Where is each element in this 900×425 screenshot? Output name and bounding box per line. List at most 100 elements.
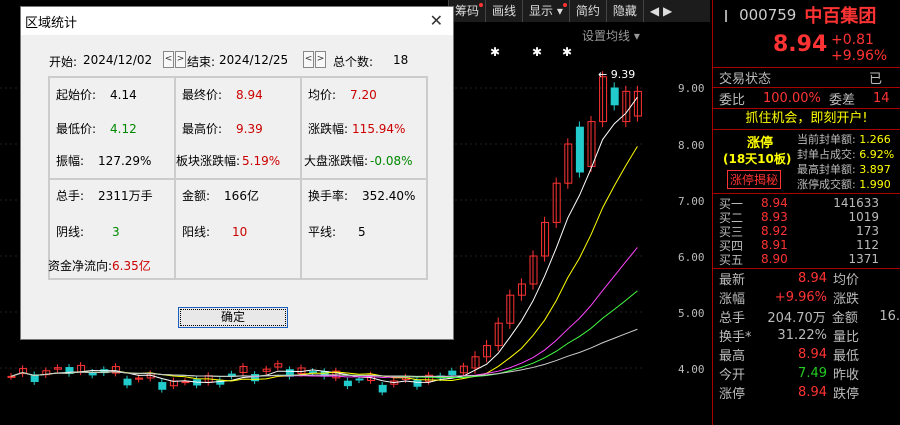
quote-summary: 8.94 +0.81 +9.96%	[713, 30, 900, 68]
limit-up-days: (18天10板)	[723, 152, 792, 166]
amplitude-stat: 振幅: 127.29%	[56, 154, 152, 168]
end-price-stat: 最终价: 8.94	[182, 88, 263, 102]
start-label: 开始:	[49, 55, 78, 69]
weibi-label: 委比	[719, 92, 746, 108]
detail-row: 最高 8.94 最低	[719, 347, 860, 364]
candle-body	[123, 378, 132, 386]
sector-change-stat: 板块涨跌幅: 5.19%	[176, 154, 281, 168]
stock-name: 中百集团	[804, 6, 877, 27]
start-next-button[interactable]: >	[175, 51, 186, 68]
limit-up-info: 当前封单额: 1.266 封单占成交: 6.92% 最高封单额: 3.897 涨停成交…	[797, 132, 894, 192]
date-range-row: 开始: 2024/12/02 < > 结束: 2024/12/25 < > 总个…	[49, 51, 449, 71]
limit-up-title: 涨停	[747, 136, 774, 151]
stats-grid: 起始价: 4.14 最终价: 8.94 均价: 7.20 最低价: 4.12 最高价: 9…	[48, 76, 428, 280]
dialog-title: 区域统计	[25, 16, 78, 31]
avg-price-stat: 均价: 7.20	[308, 88, 377, 102]
limit-info-row: 最高封单额: 3.897	[797, 163, 891, 176]
price-tick: 7.00	[678, 195, 705, 208]
prev-stock-icon[interactable]: ❙	[721, 8, 731, 22]
price-change: +0.81 +9.96%	[831, 32, 887, 64]
toolbar-item[interactable]: 隐藏	[605, 0, 643, 22]
low-price-stat: 最低价: 4.12	[56, 122, 137, 136]
detail-stats: 最新 8.94 均价 涨幅 +9.96% 涨跌总手 204.70万 金额 16. 换手* 31.22…	[713, 269, 900, 402]
market-change-stat: 大盘涨跌幅: -0.08%	[304, 154, 413, 168]
candle-body	[181, 381, 190, 384]
current-price: 8.94	[773, 32, 828, 57]
limit-up-reveal-button[interactable]: 涨停揭秘	[727, 170, 782, 189]
end-prev-button[interactable]: <	[303, 51, 314, 68]
price-tick: 4.00	[678, 363, 705, 376]
start-prev-button[interactable]: <	[163, 51, 174, 68]
amount-stat: 金额: 166亿	[182, 189, 259, 203]
promo-banner[interactable]: 抓住机会，即刻开户!	[713, 108, 900, 130]
high-price-stat: 最高价: 9.39	[182, 122, 263, 136]
notification-dot	[479, 3, 484, 7]
quote-panel: ❙ 000759 中百集团 8.94 +0.81 +9.96% 交易状态 已 委…	[712, 0, 900, 425]
stock-header: ❙ 000759 中百集团	[713, 0, 900, 30]
detail-row: 总手 204.70万 金额 16.	[719, 309, 900, 326]
weibi-value: 100.00%	[763, 90, 821, 106]
detail-row: 最新 8.94 均价	[719, 271, 860, 288]
bid-row: 买二 8.93 1019	[719, 210, 879, 224]
candle-body	[378, 384, 387, 393]
net-inflow-stat: 资金净流向:6.35亿	[48, 259, 151, 273]
bid-row: 买一 8.94 141633	[719, 196, 879, 210]
toolbar-item[interactable]: 显示 ▾	[522, 0, 569, 22]
status-value: 已	[869, 72, 883, 87]
toolbar-item[interactable]: 画线	[485, 0, 522, 22]
high-price-marker: ← 9.39	[598, 68, 635, 81]
star-marker: ✱	[490, 45, 500, 59]
weibi-row: 委比 100.00% 委差 14	[713, 88, 900, 108]
detail-row: 换手* 31.22% 量比	[719, 328, 860, 345]
start-price-stat: 起始价: 4.14	[56, 88, 137, 102]
candle-body	[343, 380, 352, 387]
trade-status-row: 交易状态 已	[713, 68, 900, 88]
candle-body	[227, 373, 236, 377]
change-amount: +0.81	[831, 32, 874, 48]
bid-row: 买五 8.90 1371	[719, 252, 879, 266]
bid-row: 买四 8.91 112	[719, 238, 879, 252]
price-tick: 8.00	[678, 139, 705, 152]
pct-change-stat: 涨跌幅: 115.94%	[308, 122, 406, 136]
start-date: 2024/12/02	[83, 53, 153, 67]
volume-stat: 总手: 2311万手	[56, 189, 153, 203]
candle-body	[448, 370, 457, 376]
change-percent: +9.96%	[831, 48, 888, 64]
turnover-stat: 换手率: 352.40%	[308, 189, 416, 203]
candle-body	[610, 87, 619, 106]
toolbar-item[interactable]: 简约	[568, 0, 606, 22]
flat-count-stat: 平线: 5	[308, 225, 366, 239]
ma-setting-button[interactable]: 设置均线 ▾	[582, 27, 640, 44]
candle-body	[158, 382, 167, 390]
limit-info-row: 当前封单额: 1.266	[797, 133, 891, 146]
up-count-stat: 阳线: 10	[182, 225, 248, 239]
ok-button[interactable]: 确定	[178, 307, 288, 328]
close-icon[interactable]: ✕	[430, 11, 443, 30]
range-stats-dialog: 区域统计 ✕ 开始: 2024/12/02 < > 结束: 2024/12/25…	[20, 6, 454, 340]
count-label: 总个数:	[333, 55, 374, 69]
weicha-value: 14	[873, 90, 890, 106]
notification-dot	[562, 3, 567, 7]
detail-row: 涨幅 +9.96% 涨跌	[719, 290, 860, 307]
price-tick: 5.00	[678, 307, 705, 320]
count-value: 18	[393, 53, 409, 67]
status-label: 交易状态	[719, 72, 772, 87]
limit-up-block: 涨停 (18天10板) 涨停揭秘 当前封单额: 1.266 封单占成交: 6.92…	[713, 130, 900, 194]
candle-body	[309, 371, 318, 374]
bid-row: 买三 8.92 173	[719, 224, 879, 238]
end-next-button[interactable]: >	[315, 51, 326, 68]
end-label: 结束:	[187, 55, 216, 69]
chart-toolbar: 筹码 画线 显示 ▾ 简约 隐藏 ◀ ▶	[448, 0, 710, 22]
detail-row: 今开 7.49 昨收	[719, 366, 860, 383]
price-tick: 6.00	[678, 251, 705, 264]
order-book: 买一 8.94 141633 买二 8.93 1019 买三 8.92 173 买四 8.91 112…	[713, 194, 900, 269]
star-marker: ✱	[562, 45, 572, 59]
end-date: 2024/12/25	[219, 53, 289, 67]
candle-body	[575, 126, 584, 173]
candle-body	[413, 379, 422, 387]
toolbar-item[interactable]: ◀ ▶	[642, 0, 678, 22]
limit-info-row: 封单占成交: 6.92%	[797, 148, 895, 161]
stock-code: 000759	[739, 6, 797, 24]
weicha-label: 委差	[829, 92, 856, 108]
detail-row: 涨停 8.94 跌停	[719, 385, 860, 402]
